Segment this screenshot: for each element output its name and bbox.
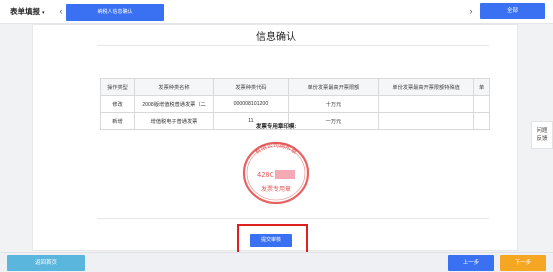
feedback-line-2: 反馈 [536, 136, 548, 142]
table-row: 修改 2008版增值税普通发票（二 000008101200 十万元 [100, 95, 490, 113]
invoice-seal-image: 有限公司圆形章 420C 发票专用章 [242, 141, 310, 205]
all-button[interactable]: 全部 [480, 3, 545, 19]
content-panel: 信息确认 操作类型 发票种类名称 发票种类代码 单份发票最高开票限额 单份发票最… [32, 24, 518, 251]
col-max-limit: 单份发票最高开票限额 [287, 78, 380, 96]
table-cell: 000008101200 [213, 95, 289, 113]
tab-taxpayer-confirm[interactable]: 纳税人信息确认 [66, 4, 164, 21]
col-max-limit-special: 单份发票最高开票限额特殊值 [378, 78, 475, 96]
col-operation-type: 操作类型 [100, 78, 135, 96]
next-step-button[interactable]: 下一步 [500, 255, 546, 271]
seal-label: 发票专用章印模: [255, 124, 297, 130]
title-divider [97, 45, 489, 46]
form-menu[interactable]: 表单填报 ▾ [10, 6, 45, 17]
return-home-button[interactable]: 返回首页 [7, 255, 85, 271]
content-divider [97, 218, 489, 219]
col-invoice-code: 发票种类代码 [213, 78, 289, 96]
col-invoice-name: 发票种类名称 [133, 78, 215, 96]
table-header-row: 操作类型 发票种类名称 发票种类代码 单份发票最高开票限额 单份发票最高开票限额… [100, 78, 490, 96]
table-cell: 十万元 [287, 95, 380, 113]
caret-down-icon: ▾ [42, 10, 45, 16]
seal-tax-id: 420C [257, 171, 274, 179]
col-truncated: 单 [473, 78, 490, 96]
table-cell: 2008版增值税普通发票（二 [133, 95, 215, 113]
table-cell [473, 95, 490, 113]
feedback-widget[interactable]: 问题 反馈 [531, 121, 553, 149]
seal-redaction [275, 170, 295, 179]
top-bar: 表单填报 ▾ ‹ 纳税人信息确认 › 全部 [0, 0, 553, 24]
previous-step-button[interactable]: 上一步 [448, 255, 494, 271]
chevron-right-icon[interactable]: › [466, 5, 476, 17]
form-menu-label: 表单填报 [10, 7, 40, 16]
submit-review-button[interactable]: 提交审核 [250, 234, 292, 247]
seal-ring-text: 有限公司圆形章 [253, 142, 299, 156]
chevron-left-icon[interactable]: ‹ [56, 5, 66, 17]
table-cell [378, 95, 475, 113]
seal-bottom-text: 发票专用章 [261, 185, 291, 193]
page-title: 信息确认 [256, 32, 296, 43]
table-cell: 修改 [100, 95, 135, 113]
feedback-line-1: 问题 [536, 128, 548, 134]
